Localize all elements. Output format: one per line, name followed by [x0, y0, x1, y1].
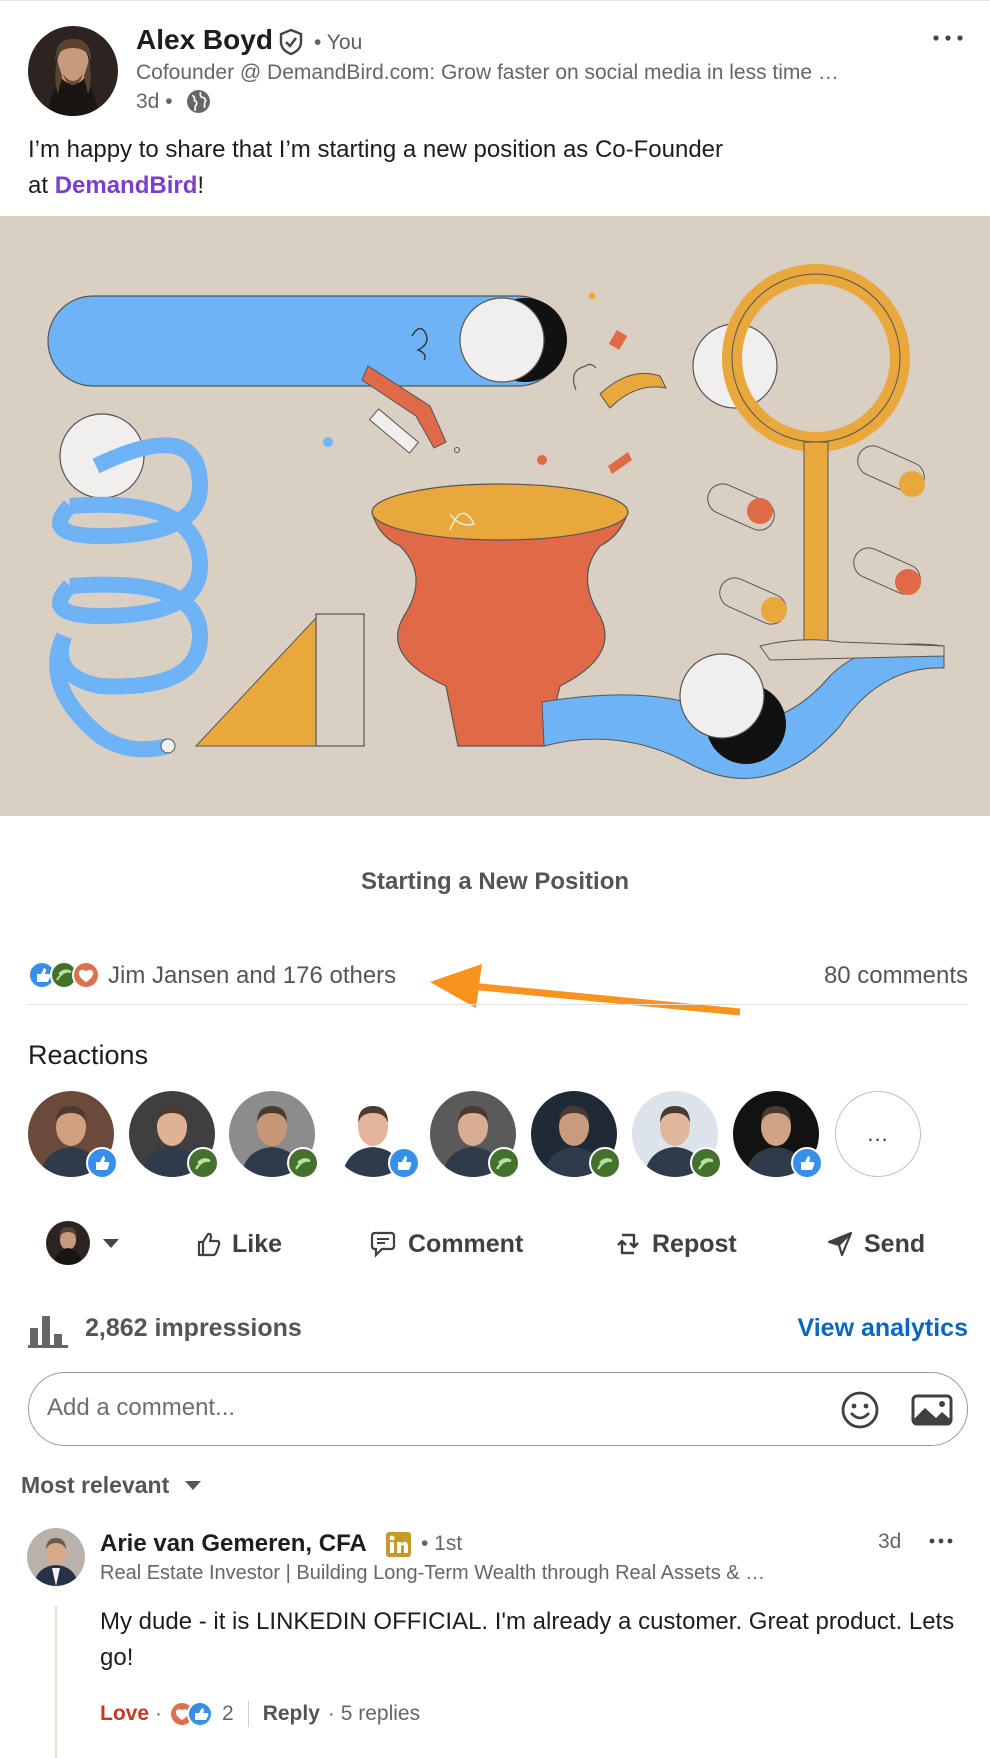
reaction-icons[interactable]: [28, 960, 102, 990]
celebrate-badge-icon: [690, 1147, 722, 1179]
post-text-line1: I’m happy to share that I’m starting a n…: [28, 136, 724, 163]
thread-line: [55, 1606, 57, 1758]
caret-down-icon[interactable]: [101, 1236, 121, 1250]
comment-button[interactable]: Comment: [368, 1222, 523, 1266]
comments-count[interactable]: 80 comments: [824, 962, 968, 990]
commenter-avatar[interactable]: [27, 1528, 85, 1586]
separator-dot: ·: [155, 1702, 163, 1725]
post-text: I’m happy to share that I’m starting a n…: [28, 132, 908, 204]
reactor-avatar[interactable]: [733, 1091, 823, 1179]
reactor-avatar[interactable]: [430, 1091, 520, 1179]
comment-actions: Love · 2 Reply · 5 replies: [100, 1700, 420, 1728]
image-icon[interactable]: [910, 1390, 954, 1430]
annotation-arrow: [430, 964, 741, 1016]
like-label: Like: [232, 1229, 283, 1258]
mention-link[interactable]: DemandBird: [55, 172, 198, 199]
more-reactors-button[interactable]: ...: [835, 1091, 921, 1177]
impressions-icon: [28, 1316, 68, 1348]
view-analytics-link[interactable]: View analytics: [798, 1314, 968, 1343]
post-text-end: !: [197, 172, 205, 199]
comment-reaction-icons[interactable]: [168, 1700, 216, 1728]
send-button[interactable]: Send: [826, 1222, 925, 1266]
replies-count[interactable]: · 5 replies: [328, 1702, 420, 1726]
reactor-avatar[interactable]: [229, 1091, 319, 1179]
reactor-avatar[interactable]: [330, 1091, 420, 1179]
reactor-avatar[interactable]: [632, 1091, 722, 1179]
celebrate-badge-icon: [589, 1147, 621, 1179]
you-label: • You: [314, 31, 363, 54]
commenter-headline: Real Estate Investor | Building Long-Ter…: [100, 1562, 766, 1584]
connection-degree: • 1st: [421, 1532, 463, 1555]
impressions-count[interactable]: 2,862 impressions: [85, 1314, 302, 1343]
divider: [28, 1004, 968, 1005]
emoji-icon[interactable]: [840, 1390, 880, 1430]
send-label: Send: [864, 1229, 926, 1258]
author-headline: Cofounder @ DemandBird.com: Grow faster …: [136, 61, 839, 84]
repost-icon: [617, 1233, 639, 1255]
reactor-avatar[interactable]: [129, 1091, 219, 1179]
divider: [247, 1701, 249, 1727]
reactions-title: Reactions: [28, 1040, 149, 1070]
repost-label: Repost: [652, 1229, 737, 1258]
comment-text: My dude - it is LINKEDIN OFFICIAL. I'm a…: [100, 1608, 955, 1671]
reply-button[interactable]: Reply: [263, 1702, 320, 1726]
reactor-avatar[interactable]: [28, 1091, 118, 1179]
reactors-text[interactable]: Jim Jansen and 176 others: [108, 962, 396, 990]
send-icon: [827, 1231, 853, 1257]
post-time: 3d •: [136, 90, 173, 113]
like-button[interactable]: Like: [194, 1222, 282, 1266]
commenter-name[interactable]: Arie van Gemeren, CFA: [100, 1530, 367, 1558]
like-badge-icon: [791, 1147, 823, 1179]
love-reaction-button[interactable]: Love: [100, 1702, 149, 1726]
sort-dropdown[interactable]: Most relevant: [21, 1472, 169, 1499]
celebrate-badge-icon: [287, 1147, 319, 1179]
more-icon[interactable]: [930, 28, 966, 48]
linkedin-icon: [386, 1532, 411, 1557]
post-text-at: at: [28, 172, 55, 199]
illustration-caption: Starting a New Position: [360, 868, 630, 895]
post-illustration[interactable]: [0, 216, 990, 816]
author-name[interactable]: Alex Boyd: [136, 24, 273, 56]
like-badge-icon: [388, 1147, 420, 1179]
repost-button[interactable]: Repost: [614, 1222, 737, 1266]
top-border: [0, 0, 990, 1]
comment-time: 3d: [878, 1530, 902, 1553]
actor-avatar[interactable]: [46, 1221, 90, 1265]
like-icon: [197, 1232, 221, 1257]
celebrate-badge-icon: [187, 1147, 219, 1179]
comment-label: Comment: [408, 1229, 524, 1258]
like-badge-icon: [86, 1147, 118, 1179]
celebrate-badge-icon: [488, 1147, 520, 1179]
caret-down-icon[interactable]: [184, 1478, 202, 1492]
globe-icon: [187, 90, 210, 113]
reaction-count[interactable]: 2: [222, 1702, 234, 1726]
author-avatar[interactable]: [28, 26, 118, 116]
verified-icon: [279, 28, 303, 56]
comment-icon: [370, 1231, 396, 1258]
comment-placeholder: Add a comment...: [47, 1394, 236, 1421]
more-icon[interactable]: [928, 1534, 954, 1548]
reactor-avatar[interactable]: [531, 1091, 621, 1179]
